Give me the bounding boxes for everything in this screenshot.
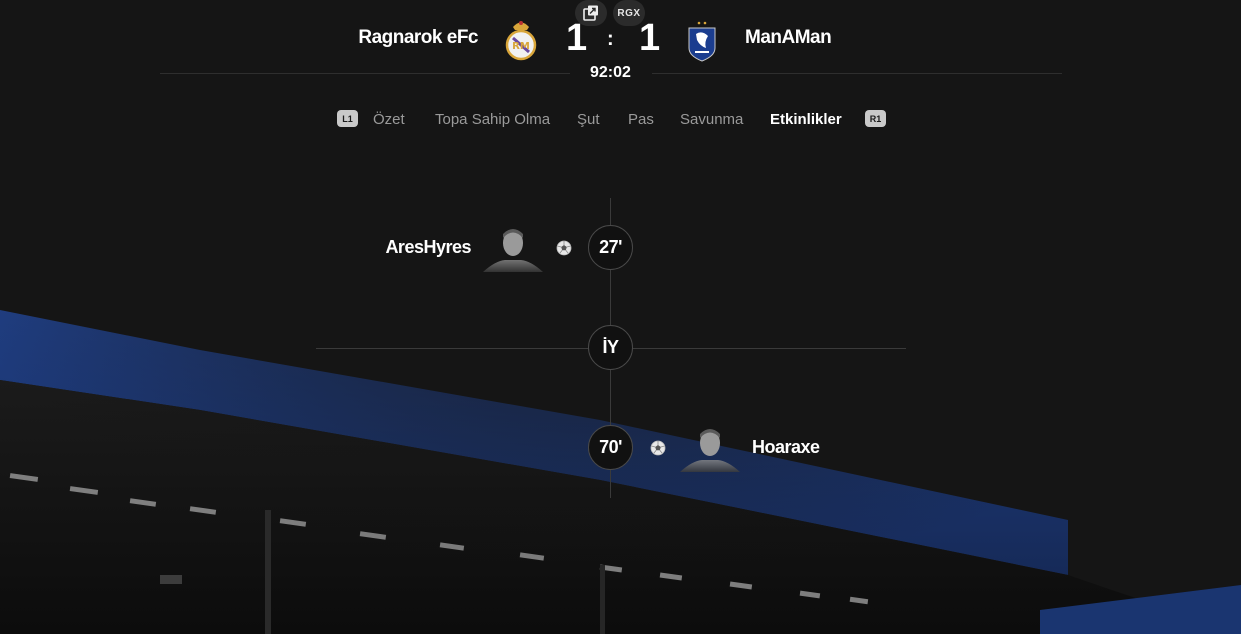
event-player-home: AresHyres	[385, 237, 471, 257]
events-timeline: AresHyres 27' İY 70' Hoaraxe	[0, 0, 1241, 634]
halftime-marker: İY	[588, 325, 633, 370]
soccer-ball-icon	[650, 440, 666, 461]
player-avatar-icon	[475, 225, 551, 278]
event-minute-away: 70'	[588, 425, 633, 470]
player-avatar-icon	[672, 425, 748, 478]
event-minute-home: 27'	[588, 225, 633, 270]
event-player-away: Hoaraxe	[752, 437, 820, 457]
soccer-ball-icon	[556, 240, 572, 261]
